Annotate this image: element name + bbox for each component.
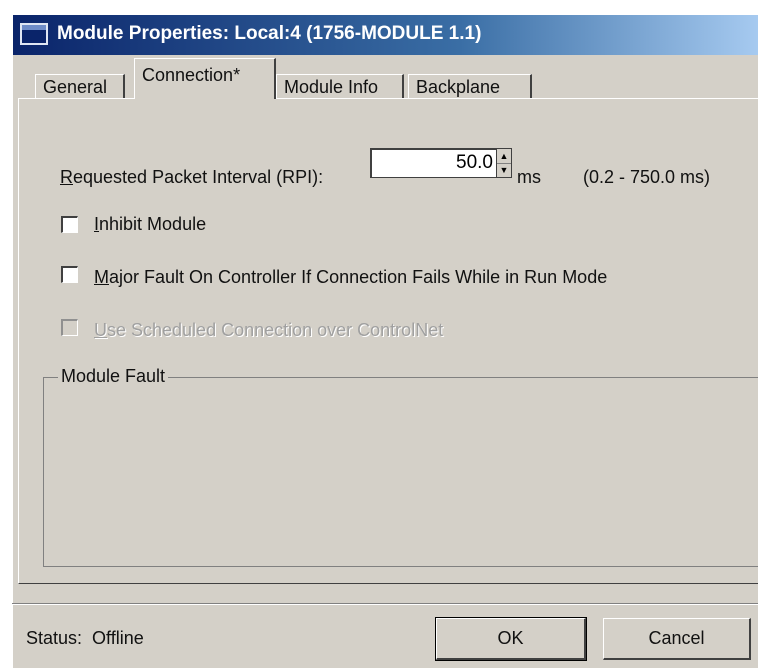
cancel-button[interactable]: Cancel xyxy=(603,618,751,660)
window-title: Module Properties: Local:4 (1756-MODULE … xyxy=(57,23,482,44)
rpi-input[interactable]: 50.0 xyxy=(370,148,498,178)
rpi-range: (0.2 - 750.0 ms) xyxy=(583,167,711,187)
major-fault-checkbox[interactable] xyxy=(61,266,78,283)
tab-connection[interactable]: Connection* xyxy=(134,58,276,99)
tab-general[interactable]: General xyxy=(35,74,125,98)
window-icon xyxy=(20,23,48,45)
scheduled-connection-label: Use Scheduled Connection over ControlNet xyxy=(94,320,444,340)
ok-button[interactable]: OK xyxy=(435,617,587,661)
inhibit-module-label[interactable]: Inhibit Module xyxy=(94,214,206,235)
tab-strip: General Connection* Module Info Backplan… xyxy=(0,58,746,99)
spin-down-icon[interactable]: ▼ xyxy=(497,163,511,177)
tab-module-info[interactable]: Module Info xyxy=(276,74,404,98)
major-fault-label[interactable]: Major Fault On Controller If Connection … xyxy=(94,267,607,288)
spin-up-icon[interactable]: ▲ xyxy=(497,149,511,164)
tab-backplane[interactable]: Backplane xyxy=(408,74,532,98)
module-fault-group xyxy=(43,377,758,567)
rpi-unit: ms xyxy=(517,167,541,187)
status-value: Offline xyxy=(92,628,144,648)
title-bar[interactable]: Module Properties: Local:4 (1756-MODULE … xyxy=(13,15,758,55)
footer-divider xyxy=(12,603,758,605)
module-fault-legend: Module Fault xyxy=(58,366,169,387)
inhibit-module-checkbox[interactable] xyxy=(61,216,78,233)
rpi-spinner[interactable]: ▲ ▼ xyxy=(496,148,512,178)
status-text: Status: Offline xyxy=(26,628,144,648)
scheduled-connection-checkbox xyxy=(61,319,78,336)
rpi-label: Requested Packet Interval (RPI): xyxy=(60,167,324,187)
